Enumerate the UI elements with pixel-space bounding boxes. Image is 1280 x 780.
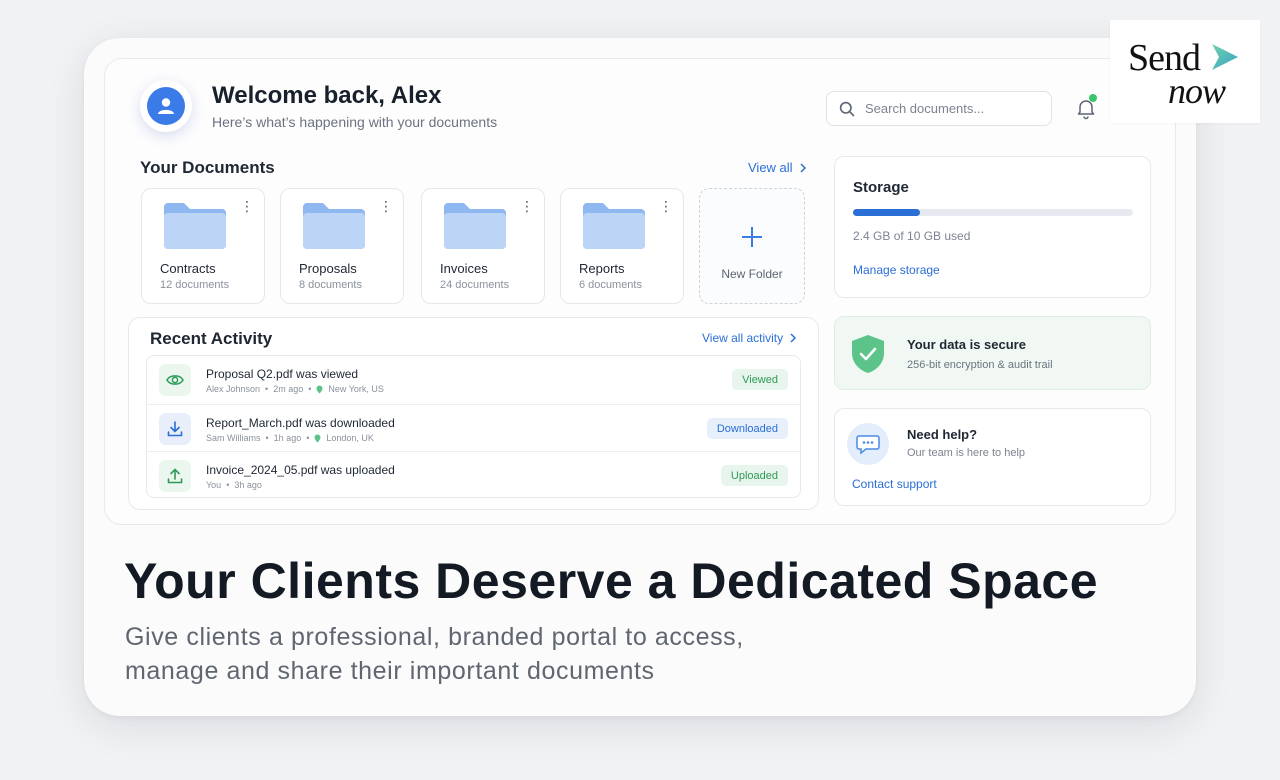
activity-user: Alex Johnson xyxy=(206,384,261,394)
security-card: Your data is secure 256-bit encryption &… xyxy=(834,316,1151,390)
chat-icon-bubble xyxy=(847,423,889,465)
activity-row[interactable]: Invoice_2024_05.pdf was uploaded You • 3h a… xyxy=(147,451,800,499)
welcome-heading: Welcome back, Alex xyxy=(212,82,442,109)
more-options-icon[interactable]: ⋮ xyxy=(659,199,673,213)
separator-dot: • xyxy=(306,433,310,443)
folder-icon xyxy=(583,203,645,249)
activity-row[interactable]: Report_March.pdf was downloaded Sam Willi… xyxy=(147,404,800,452)
activity-meta: Sam Williams • 1h ago • London, UK xyxy=(206,433,374,443)
download-icon xyxy=(159,413,191,445)
user-icon xyxy=(158,98,174,114)
folder-name: Reports xyxy=(579,261,625,276)
welcome-subtitle: Here’s what’s happening with your docume… xyxy=(212,114,498,130)
chevron-right-icon xyxy=(800,162,806,173)
activity-user: You xyxy=(206,480,222,490)
activity-meta: Alex Johnson • 2m ago • New York, US xyxy=(206,384,384,394)
folder-count: 6 documents xyxy=(579,279,642,291)
activity-list: Proposal Q2.pdf was viewed Alex Johnson • 2… xyxy=(146,355,801,498)
folder-name: Contracts xyxy=(160,261,216,276)
folder-count: 8 documents xyxy=(299,279,362,291)
activity-row[interactable]: Proposal Q2.pdf was viewed Alex Johnson • 2… xyxy=(147,356,800,404)
activity-location: New York, US xyxy=(328,384,384,394)
help-subtitle: Our team is here to help xyxy=(907,447,1026,459)
logo-word-now: now xyxy=(1168,71,1226,111)
status-badge: Viewed xyxy=(732,369,788,390)
storage-card: Storage 2.4 GB of 10 GB used Manage stor… xyxy=(834,156,1151,298)
plus-icon xyxy=(740,225,764,255)
activity-time: 1h ago xyxy=(273,433,302,443)
view-all-activity-label: View all activity xyxy=(702,331,784,345)
folder-icon xyxy=(444,203,506,249)
activity-title: Proposal Q2.pdf was viewed xyxy=(206,367,359,381)
search-icon xyxy=(839,101,855,116)
marketing-headline: Your Clients Deserve a Dedicated Space xyxy=(124,553,1099,609)
activity-location: London, UK xyxy=(326,433,374,443)
separator-dot: • xyxy=(265,433,269,443)
status-badge: Downloaded xyxy=(706,418,788,439)
more-options-icon[interactable]: ⋮ xyxy=(240,199,254,213)
eye-icon xyxy=(159,364,191,396)
contact-support-link[interactable]: Contact support xyxy=(852,477,937,491)
view-all-label: View all xyxy=(748,160,793,175)
activity-title: Report_March.pdf was downloaded xyxy=(206,416,395,430)
folder-card-proposals[interactable]: ⋮ Proposals 8 documents xyxy=(280,188,404,304)
more-options-icon[interactable]: ⋮ xyxy=(520,199,534,213)
status-badge: Uploaded xyxy=(720,465,788,486)
activity-user: Sam Williams xyxy=(206,433,261,443)
view-all-documents-link[interactable]: View all xyxy=(748,160,807,175)
folder-card-contracts[interactable]: ⋮ Contracts 12 documents xyxy=(141,188,265,304)
avatar[interactable] xyxy=(140,80,192,132)
activity-time: 3h ago xyxy=(234,480,262,490)
notifications-button[interactable] xyxy=(1074,94,1098,120)
view-all-activity-link[interactable]: View all activity xyxy=(702,331,797,345)
folder-icon xyxy=(303,203,365,249)
more-options-icon[interactable]: ⋮ xyxy=(379,199,393,213)
folder-name: Invoices xyxy=(440,261,488,276)
sendnow-logo: Send now xyxy=(1110,20,1260,123)
shield-check-icon xyxy=(852,335,884,373)
folder-name: Proposals xyxy=(299,261,357,276)
help-card: Need help? Our team is here to help Cont… xyxy=(834,408,1151,506)
new-folder-button[interactable]: New Folder xyxy=(699,188,805,304)
folder-icon xyxy=(164,203,226,249)
activity-title: Invoice_2024_05.pdf was uploaded xyxy=(206,463,395,477)
folder-count: 12 documents xyxy=(160,279,230,291)
storage-progress-fill xyxy=(853,209,921,216)
upload-icon xyxy=(159,460,191,492)
location-pin-icon xyxy=(316,385,323,393)
storage-progress-track xyxy=(853,209,1133,216)
chevron-right-icon xyxy=(790,333,797,343)
new-folder-label: New Folder xyxy=(721,267,783,281)
separator-dot: • xyxy=(226,480,230,490)
security-subtitle: 256-bit encryption & audit trail xyxy=(907,359,1053,371)
search-box[interactable] xyxy=(826,91,1052,126)
search-input[interactable] xyxy=(865,101,1035,116)
documents-title: Your Documents xyxy=(140,158,275,177)
folder-card-invoices[interactable]: ⋮ Invoices 24 documents xyxy=(421,188,545,304)
location-pin-icon xyxy=(314,434,321,442)
marketing-subhead: Give clients a professional, branded por… xyxy=(125,623,744,685)
logo-arrow-icon xyxy=(1212,44,1238,70)
folder-card-reports[interactable]: ⋮ Reports 6 documents xyxy=(560,188,684,304)
recent-activity-title: Recent Activity xyxy=(150,329,273,348)
storage-title: Storage xyxy=(853,179,909,196)
chat-icon xyxy=(856,435,880,455)
activity-meta: You • 3h ago xyxy=(206,480,262,490)
separator-dot: • xyxy=(265,384,269,394)
storage-used-text: 2.4 GB of 10 GB used xyxy=(853,229,971,243)
manage-storage-link[interactable]: Manage storage xyxy=(853,263,940,277)
notification-dot xyxy=(1089,94,1097,102)
activity-time: 2m ago xyxy=(273,384,304,394)
help-title: Need help? xyxy=(907,427,978,442)
separator-dot: • xyxy=(308,384,312,394)
security-title: Your data is secure xyxy=(907,337,1026,352)
folder-count: 24 documents xyxy=(440,279,510,291)
